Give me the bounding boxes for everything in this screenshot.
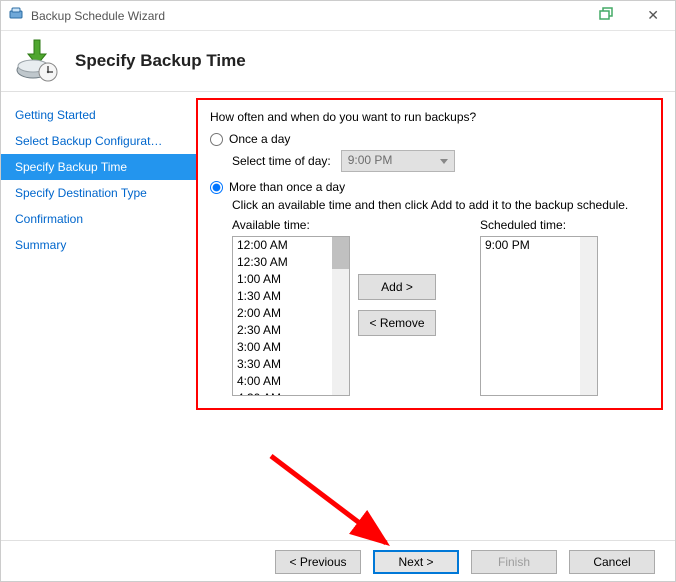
sidebar-item-specify-backup-time[interactable]: Specify Backup Time: [1, 154, 196, 180]
list-item[interactable]: 12:30 AM: [233, 254, 332, 271]
radio-more-label: More than once a day: [229, 180, 345, 194]
sidebar-item-summary[interactable]: Summary: [1, 232, 196, 258]
steps-sidebar: Getting Started Select Backup Configurat…: [1, 92, 196, 540]
radio-more[interactable]: [210, 181, 223, 194]
finish-button: Finish: [471, 550, 557, 574]
scheduled-time-label: Scheduled time:: [480, 218, 598, 232]
once-time-label: Select time of day:: [232, 154, 331, 168]
radio-once-label: Once a day: [229, 132, 290, 146]
scheduled-time-listbox[interactable]: 9:00 PM: [480, 236, 598, 396]
restore-icon[interactable]: [599, 7, 615, 24]
available-time-listbox[interactable]: 12:00 AM 12:30 AM 1:00 AM 1:30 AM 2:00 A…: [232, 236, 350, 396]
footer: < Previous Next > Finish Cancel: [1, 540, 675, 582]
window-title: Backup Schedule Wizard: [31, 9, 165, 23]
banner: Specify Backup Time: [1, 31, 675, 91]
wizard-window: Backup Schedule Wizard ✕ Specify Backup …: [0, 0, 676, 582]
sidebar-item-confirmation[interactable]: Confirmation: [1, 206, 196, 232]
list-item[interactable]: 12:00 AM: [233, 237, 332, 254]
app-icon: [9, 6, 25, 25]
wizard-icon: [13, 38, 61, 85]
previous-button[interactable]: < Previous: [275, 550, 361, 574]
once-time-dropdown: 9:00 PM: [341, 150, 455, 172]
list-item[interactable]: 3:00 AM: [233, 339, 332, 356]
add-button[interactable]: Add >: [358, 274, 436, 300]
once-time-value: 9:00 PM: [348, 153, 393, 167]
remove-button[interactable]: < Remove: [358, 310, 436, 336]
sidebar-item-specify-destination-type[interactable]: Specify Destination Type: [1, 180, 196, 206]
titlebar: Backup Schedule Wizard ✕: [1, 1, 675, 31]
list-item[interactable]: 9:00 PM: [481, 237, 580, 254]
radio-once[interactable]: [210, 133, 223, 146]
available-time-label: Available time:: [232, 218, 350, 232]
content-area: How often and when do you want to run ba…: [196, 92, 675, 540]
list-item[interactable]: 1:30 AM: [233, 288, 332, 305]
list-item[interactable]: 4:00 AM: [233, 373, 332, 390]
scheduled-scrollbar[interactable]: [580, 237, 597, 395]
sidebar-item-getting-started[interactable]: Getting Started: [1, 102, 196, 128]
highlight-box: How often and when do you want to run ba…: [196, 98, 663, 410]
option-once-a-day[interactable]: Once a day: [210, 132, 649, 146]
list-item[interactable]: 4:30 AM: [233, 390, 332, 395]
next-button[interactable]: Next >: [373, 550, 459, 574]
close-button[interactable]: ✕: [639, 7, 667, 24]
list-item[interactable]: 3:30 AM: [233, 356, 332, 373]
sidebar-item-select-backup-config[interactable]: Select Backup Configurat…: [1, 128, 196, 154]
option-more-than-once[interactable]: More than once a day: [210, 180, 649, 194]
page-title: Specify Backup Time: [75, 51, 246, 71]
prompt-text: How often and when do you want to run ba…: [210, 110, 649, 124]
list-item[interactable]: 2:00 AM: [233, 305, 332, 322]
list-item[interactable]: 1:00 AM: [233, 271, 332, 288]
list-item[interactable]: 2:30 AM: [233, 322, 332, 339]
available-scrollbar[interactable]: [332, 237, 349, 395]
more-instruction: Click an available time and then click A…: [232, 198, 649, 212]
cancel-button[interactable]: Cancel: [569, 550, 655, 574]
